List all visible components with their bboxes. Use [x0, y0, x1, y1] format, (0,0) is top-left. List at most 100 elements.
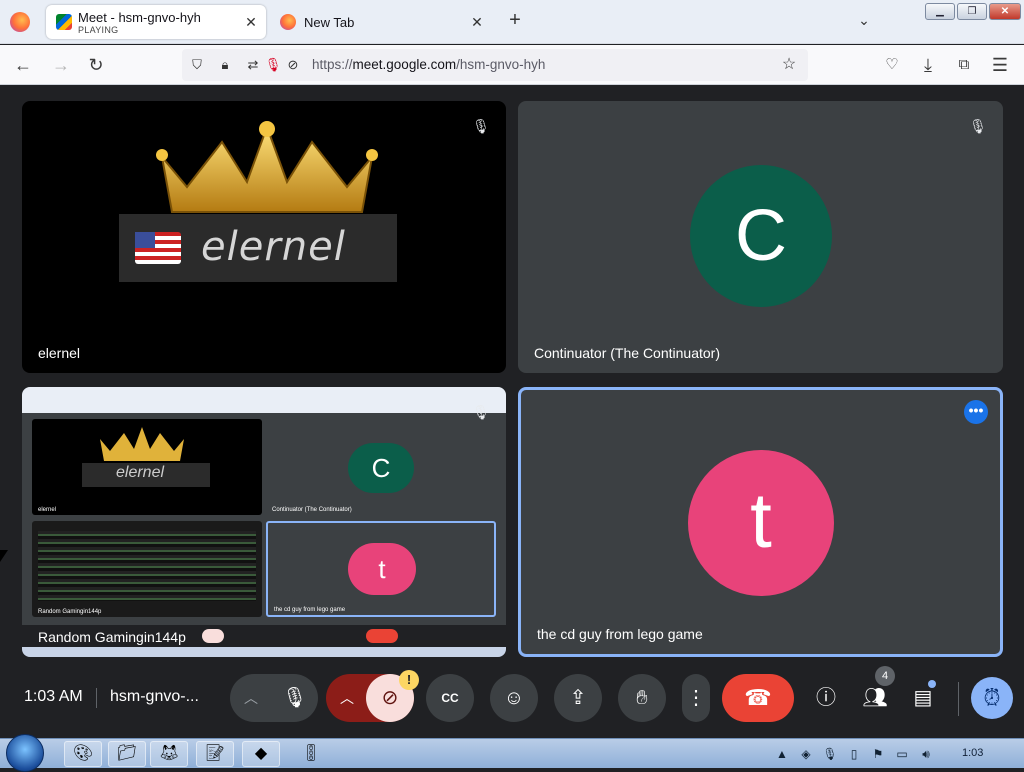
chevron-down-icon[interactable]: ⌄	[854, 12, 874, 32]
meeting-info-button[interactable]: ⓘ	[810, 682, 842, 714]
avatar: t	[688, 450, 834, 596]
download-icon[interactable]: ⤓	[917, 54, 939, 76]
raise-hand-button[interactable]: ✋︎	[618, 674, 666, 722]
mini-participant-name: the cd guy from lego game	[274, 607, 346, 613]
document-tray-icon[interactable]: ▯	[846, 746, 862, 762]
close-icon[interactable]: ✕	[242, 13, 260, 31]
people-count-badge: 4	[875, 666, 895, 686]
lock-icon[interactable]: 🔒︎	[216, 56, 234, 74]
info-icon: ⓘ	[816, 687, 836, 709]
tab-title: New Tab	[304, 15, 355, 30]
tab-playing-label: PLAYING	[78, 25, 119, 35]
microphone-icon[interactable]: 🎙︎	[282, 674, 307, 722]
banner-text: elernel	[201, 224, 346, 270]
firefox-app-icon[interactable]: 🦊︎	[150, 741, 188, 767]
mini-participant-name: Random Gamingin144p	[38, 609, 102, 615]
activity-dot	[928, 680, 936, 688]
tab-meet[interactable]: Meet - hsm-gnvo-hyh PLAYING ✕	[46, 5, 266, 39]
back-arrow-icon[interactable]: ←	[12, 54, 34, 76]
pocket-icon[interactable]: ♡	[881, 54, 903, 76]
game-app-icon[interactable]: ◆	[242, 741, 280, 767]
crown-image	[156, 121, 378, 213]
windows-taskbar: 🎨︎ 📁︎ 🦊︎ 📝︎ ◆ 🚦︎ ▲ ◈ 🎙︎ ▯ ⚑ ▭ 🔊︎ 1:03	[0, 734, 1024, 772]
network-tray-icon[interactable]: ◈	[798, 746, 814, 762]
meeting-time: 1:03 AM	[24, 688, 83, 705]
mini-avatar: C	[348, 443, 414, 493]
chevron-up-icon[interactable]: ︿	[244, 674, 258, 722]
participant-name: Continuator (The Continuator)	[534, 345, 720, 361]
microphone-control[interactable]: ︿ 🎙︎	[230, 674, 318, 722]
more-options-button[interactable]: •••	[964, 400, 988, 424]
firefox-icon[interactable]	[10, 12, 30, 32]
emoji-icon: ☺	[503, 687, 525, 709]
flag-tray-icon[interactable]: ⚑	[870, 746, 886, 762]
new-tab-button[interactable]: +	[504, 10, 526, 32]
google-meet-icon	[56, 14, 72, 30]
muted-mic-icon: 🎙︎	[472, 404, 490, 420]
participant-tile-cd-guy[interactable]: t ••• the cd guy from lego game	[518, 387, 1003, 657]
divider	[958, 682, 959, 716]
permissions-icon[interactable]: ⇄	[244, 56, 262, 74]
shared-screen-preview: elernel elernel C Continuator (The Conti…	[22, 387, 506, 657]
more-vert-icon: ⋮	[686, 687, 706, 709]
mini-participant-name: elernel	[38, 507, 57, 513]
browser-nav-bar: ← → ↻ ⛉ 🔒︎ ⇄ 🎙︎ ⊘ https://meet.google.co…	[0, 45, 1024, 85]
people-button[interactable]: 👥︎	[859, 682, 891, 714]
alarm-icon: ⏰︎	[983, 685, 1001, 710]
system-clock[interactable]: 1:03	[962, 747, 983, 759]
captions-button[interactable]: CC	[426, 674, 474, 722]
divider	[96, 688, 97, 708]
participant-name: Random Gamingin144p	[38, 629, 186, 645]
tab-new-tab[interactable]: New Tab ✕	[272, 5, 492, 39]
monitor-tray-icon[interactable]: ▭	[894, 746, 910, 762]
shield-icon[interactable]: ⛉	[188, 56, 206, 74]
url-text[interactable]: https://meet.google.com/hsm-gnvo-hyh	[312, 57, 545, 72]
participant-tile-elernel[interactable]: elernel 🎙︎ elernel	[22, 101, 506, 373]
window-close-button[interactable]: ✕	[989, 3, 1021, 20]
minimize-button[interactable]: ▁	[925, 3, 955, 20]
muted-mic-icon: 🎙︎	[969, 118, 987, 134]
mini-camera	[202, 629, 224, 643]
forward-arrow-icon[interactable]: →	[50, 54, 72, 76]
mini-avatar: t	[348, 543, 416, 595]
paint-app-icon[interactable]: 🎨︎	[64, 741, 102, 767]
mini-tile-random-gaming: Random Gamingin144p	[32, 521, 262, 617]
participant-tile-random-gaming[interactable]: elernel elernel C Continuator (The Conti…	[22, 387, 506, 657]
participant-tile-continuator[interactable]: C 🎙︎ Continuator (The Continuator)	[518, 101, 1003, 373]
menu-icon[interactable]: ☰	[989, 54, 1011, 76]
crown-image	[100, 427, 184, 461]
meeting-code[interactable]: hsm-gnvo-...	[110, 688, 199, 706]
mini-tile-cd-guy: t the cd guy from lego game	[266, 521, 496, 617]
chat-icon: ▤	[913, 687, 933, 709]
folder-app-icon[interactable]: 📁︎	[108, 741, 146, 767]
warning-badge: !	[399, 670, 419, 690]
extensions-icon[interactable]: ⧉	[953, 54, 975, 76]
people-icon: 👥︎	[862, 687, 888, 709]
start-button[interactable]	[6, 734, 44, 772]
name-banner-image: elernel	[119, 214, 397, 282]
leave-call-button[interactable]: ☎︎	[722, 674, 794, 722]
microphone-icon[interactable]: 🎙︎	[264, 56, 282, 74]
maximize-button[interactable]: ❐	[957, 3, 987, 20]
participant-name: the cd guy from lego game	[537, 626, 703, 642]
chevron-up-icon[interactable]: ︿	[340, 674, 354, 722]
address-bar[interactable]: ⛉ 🔒︎ ⇄ 🎙︎ ⊘ https://meet.google.com/hsm-…	[182, 49, 808, 81]
present-screen-button[interactable]: ⇪	[554, 674, 602, 722]
mouse-cursor-icon	[0, 550, 8, 562]
emoji-button[interactable]: ☺	[490, 674, 538, 722]
bookmark-star-icon[interactable]: ☆	[780, 56, 798, 74]
reload-icon[interactable]: ↻	[85, 54, 107, 76]
tab-title: Meet - hsm-gnvo-hyh	[78, 10, 201, 25]
close-icon[interactable]: ✕	[468, 13, 486, 31]
activities-button[interactable]: ⏰︎	[971, 677, 1013, 719]
vlc-app-icon[interactable]: 🚦︎	[292, 741, 330, 767]
muted-mic-icon: 🎙︎	[472, 118, 490, 134]
mini-participant-name: Continuator (The Continuator)	[272, 507, 352, 513]
more-options-button[interactable]: ⋮	[682, 674, 710, 722]
vlc-tray-icon[interactable]: ▲	[774, 746, 790, 762]
mini-hangup	[366, 629, 398, 643]
microphone-tray-icon[interactable]: 🎙︎	[822, 746, 838, 762]
notepad-app-icon[interactable]: 📝︎	[196, 741, 234, 767]
camera-blocked-icon[interactable]: ⊘	[284, 56, 302, 74]
volume-tray-icon[interactable]: 🔊︎	[918, 746, 934, 762]
